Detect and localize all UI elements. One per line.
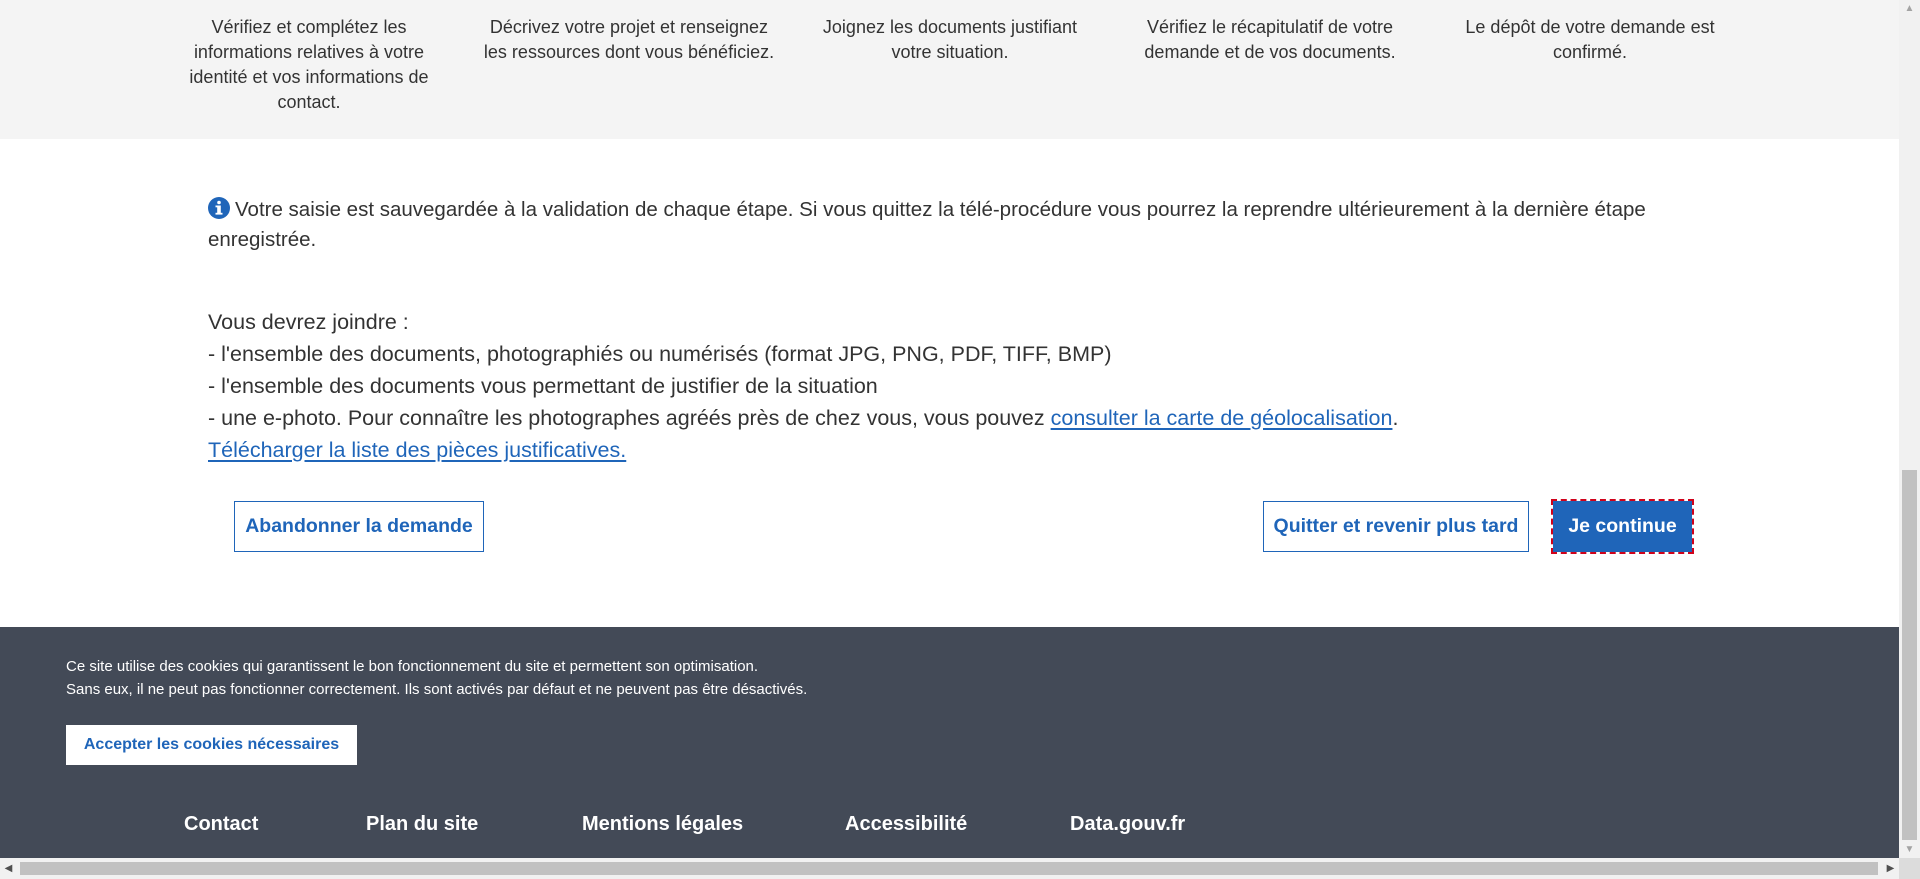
vertical-scroll-thumb[interactable] bbox=[1902, 470, 1917, 840]
quit-and-return-later-button[interactable]: Quitter et revenir plus tard bbox=[1263, 501, 1529, 552]
cookie-banner-text: Ce site utilise des cookies qui garantis… bbox=[66, 655, 807, 701]
step-4-description: Vérifiez le récapitulatif de votre deman… bbox=[1144, 17, 1396, 62]
documents-line-ephoto: - une e-photo. Pour connaître les photog… bbox=[208, 402, 1698, 434]
cookie-text-line-1: Ce site utilise des cookies qui garantis… bbox=[66, 658, 759, 675]
step-3-description: Joignez les documents justifiant votre s… bbox=[822, 17, 1078, 62]
page-viewport: Vérifiez et complétez les informations r… bbox=[0, 0, 1899, 858]
scroll-up-arrow-icon[interactable]: ▲ bbox=[1899, 0, 1920, 17]
scrollbar-corner bbox=[1899, 858, 1920, 879]
required-documents: Vous devrez joindre : - l'ensemble des d… bbox=[208, 306, 1698, 466]
footer-link-data-gouv[interactable]: Data.gouv.fr bbox=[1070, 813, 1185, 836]
footer-link-legal-notice[interactable]: Mentions légales bbox=[582, 813, 743, 836]
footer: Ce site utilise des cookies qui garantis… bbox=[0, 627, 1899, 858]
footer-link-accessibility[interactable]: Accessibilité bbox=[845, 813, 967, 836]
steps-band: Vérifiez et complétez les informations r… bbox=[0, 0, 1899, 139]
footer-link-contact[interactable]: Contact bbox=[184, 813, 258, 836]
step-2-description: Décrivez votre projet et renseignez les … bbox=[483, 17, 775, 62]
documents-intro: Vous devrez joindre : bbox=[208, 310, 409, 334]
abandon-request-button[interactable]: Abandonner la demande bbox=[234, 501, 484, 552]
ephoto-suffix: . bbox=[1392, 406, 1399, 430]
horizontal-scroll-thumb[interactable] bbox=[20, 862, 1878, 875]
documents-line-formats: - l'ensemble des documents, photographié… bbox=[208, 342, 1112, 366]
continue-button[interactable]: Je continue bbox=[1551, 499, 1694, 554]
step-1-description: Vérifiez et complétez les informations r… bbox=[189, 17, 429, 112]
footer-link-sitemap[interactable]: Plan du site bbox=[366, 813, 478, 836]
info-circle-icon bbox=[208, 197, 230, 219]
geolocation-map-link[interactable]: consulter la carte de géolocalisation bbox=[1051, 406, 1393, 430]
cookie-text-line-2: Sans eux, il ne peut pas fonctionner cor… bbox=[66, 681, 808, 698]
save-info-text: Votre saisie est sauvegardée à la valida… bbox=[208, 198, 1646, 251]
accept-cookies-button[interactable]: Accepter les cookies nécessaires bbox=[66, 725, 357, 765]
save-info-message: Votre saisie est sauvegardée à la valida… bbox=[208, 195, 1698, 255]
scroll-left-arrow-icon[interactable]: ◀ bbox=[0, 858, 17, 879]
scroll-right-arrow-icon[interactable]: ▶ bbox=[1882, 858, 1899, 879]
step-5-description: Le dépôt de votre demande est confirmé. bbox=[1465, 17, 1715, 62]
scroll-down-arrow-icon[interactable]: ▼ bbox=[1899, 841, 1920, 858]
documents-line-justify: - l'ensemble des documents vous permetta… bbox=[208, 374, 878, 398]
horizontal-scrollbar[interactable]: ◀ ▶ bbox=[0, 858, 1899, 879]
ephoto-text: - une e-photo. Pour connaître les photog… bbox=[208, 406, 1051, 430]
vertical-scrollbar[interactable]: ▲ ▼ bbox=[1899, 0, 1920, 858]
download-documents-list-link[interactable]: Télécharger la liste des pièces justific… bbox=[208, 438, 626, 462]
